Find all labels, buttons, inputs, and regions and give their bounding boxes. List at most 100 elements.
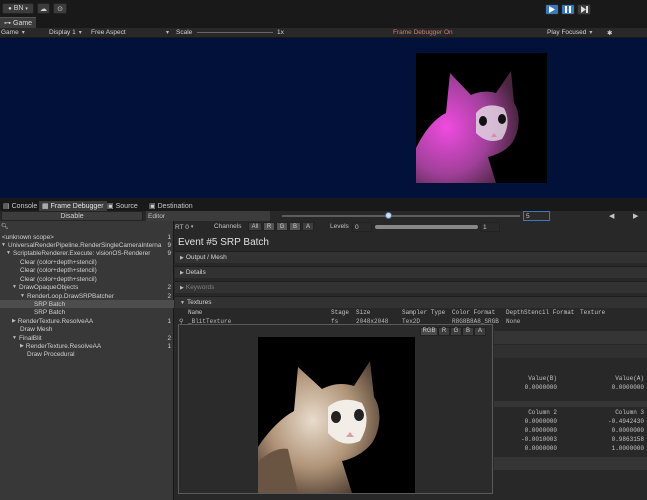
tree-item[interactable]: Clear (color+depth+stencil): [0, 258, 174, 266]
channel-all-button[interactable]: All: [248, 222, 262, 231]
section-output-mesh[interactable]: ▶ Output / Mesh: [175, 251, 647, 263]
tree-item[interactable]: ▼ RenderLoop.DrawSRPBatcher 2: [0, 292, 174, 300]
cloud-button[interactable]: ☁: [37, 3, 50, 14]
tab-source[interactable]: ▣ Source: [104, 201, 141, 211]
col-size: Size: [356, 309, 371, 316]
tree-item-count: 9: [167, 249, 171, 257]
expand-triangle-icon[interactable]: ▼: [12, 284, 17, 290]
tab-destination[interactable]: ▣ Destination: [146, 201, 196, 211]
event-slider-track[interactable]: [282, 215, 520, 217]
expand-triangle-icon[interactable]: ▶: [12, 318, 16, 324]
expand-triangle-icon[interactable]: ▶: [20, 343, 24, 349]
channel-g-button[interactable]: G: [276, 222, 288, 231]
tree-item-label: Clear (color+depth+stencil): [20, 275, 97, 283]
account-dropdown[interactable]: ● BN ▾: [2, 3, 34, 14]
matrix-cell: 0.0000000: [611, 427, 644, 434]
tree-item[interactable]: <unknown scope> 1: [0, 233, 174, 241]
channel-b-button[interactable]: B: [289, 222, 301, 231]
tab-destination-label: Destination: [157, 202, 193, 210]
cat-image-preview: [258, 337, 415, 493]
display-dropdown-label: Display 1: [49, 29, 76, 36]
view-dropdown[interactable]: Game: [1, 28, 43, 37]
expand-triangle-icon[interactable]: ▼: [12, 335, 17, 341]
game-view-toolbar: Game Display 1 Free Aspect Scale 1x Fram…: [0, 28, 647, 38]
levels-max-field[interactable]: 1: [480, 222, 500, 232]
channel-a-button[interactable]: A: [302, 222, 314, 231]
tree-item-label: Draw Procedural: [27, 350, 75, 358]
event-number-field[interactable]: 5: [523, 211, 550, 221]
disable-button[interactable]: Disable: [1, 211, 143, 221]
play-button[interactable]: [545, 4, 559, 15]
collapse-triangle-icon: ▶: [180, 254, 184, 261]
chevron-down-icon: ▾: [25, 5, 28, 12]
section-details[interactable]: ▶ Details: [175, 266, 647, 278]
pause-button[interactable]: [561, 4, 575, 15]
tree-item[interactable]: ▼ UniversalRenderPipeline.RenderSingleCam…: [0, 241, 174, 249]
settings-icon: ⊙: [57, 5, 63, 13]
section-textures[interactable]: ▼ Textures: [175, 296, 647, 308]
tab-game[interactable]: ⊶ Game: [0, 17, 37, 28]
levels-min-value: 0: [355, 223, 359, 231]
popup-channel-g[interactable]: G: [450, 326, 462, 336]
tree-item-label: UniversalRenderPipeline.RenderSingleCame…: [7, 241, 162, 249]
aspect-dropdown[interactable]: Free Aspect: [91, 28, 169, 37]
prev-event-icon[interactable]: ◀: [609, 212, 614, 220]
event-tree-panel: 🔍︎ <unknown scope> 1 ▼ UniversalRenderPipe…: [0, 221, 174, 500]
tree-item[interactable]: ▼ ScriptableRenderer.Execute: visionOS-Re…: [0, 249, 174, 257]
scale-label: Scale: [176, 29, 193, 36]
col-name: Name: [188, 309, 203, 316]
col-texture: Texture: [580, 309, 606, 316]
tree-item[interactable]: Draw Mesh: [0, 325, 174, 333]
popup-channel-rgb[interactable]: RGB: [420, 326, 438, 336]
target-dropdown[interactable]: Editor: [146, 211, 270, 221]
tree-item-selected[interactable]: SRP Batch: [0, 300, 174, 308]
channel-a-label: A: [305, 223, 310, 230]
event-slider-handle[interactable]: [385, 212, 392, 219]
tree-item[interactable]: Draw Procedural: [0, 350, 174, 358]
expand-triangle-icon[interactable]: ▼: [1, 242, 6, 248]
settings-button[interactable]: ⊙: [53, 3, 67, 14]
tree-item[interactable]: ▶ RenderTexture.ResolveAA 1: [0, 342, 174, 350]
main-toolbar: ● BN ▾ ☁ ⊙: [0, 0, 647, 17]
gamepad-icon: ⊶: [4, 20, 11, 27]
tree-item[interactable]: ▼ DrawOpaqueObjects 2: [0, 283, 174, 291]
popup-channel-b[interactable]: B: [462, 326, 474, 336]
tab-console[interactable]: ▤ Console: [0, 201, 40, 211]
search-icon[interactable]: 🔍︎: [1, 223, 9, 230]
matrix-cell: 1.0000000: [611, 445, 644, 452]
play-icon: [549, 6, 555, 13]
popup-channel-rgb-label: RGB: [422, 328, 436, 334]
channel-r-button[interactable]: R: [263, 222, 275, 231]
tab-frame-debugger[interactable]: ▦ Frame Debugger: [39, 201, 107, 211]
display-dropdown[interactable]: Display 1: [49, 28, 87, 37]
tab-source-label: Source: [115, 202, 138, 210]
levels-max-value: 1: [483, 223, 487, 231]
col-color-format: Color Format: [452, 309, 496, 316]
popup-channel-a[interactable]: A: [474, 326, 486, 336]
tree-item-count: 2: [167, 283, 171, 291]
expand-triangle-icon[interactable]: ▼: [20, 293, 25, 299]
tree-item[interactable]: Clear (color+depth+stencil): [0, 266, 174, 274]
tree-item[interactable]: ▼ FinalBlit 2: [0, 334, 174, 342]
levels-range-slider[interactable]: [375, 225, 478, 229]
tree-item[interactable]: ▶ RenderTexture.ResolveAA 1: [0, 317, 174, 325]
section-keywords[interactable]: ▶ Keywords: [175, 281, 647, 293]
tree-item[interactable]: Clear (color+depth+stencil): [0, 275, 174, 283]
bug-icon[interactable]: ✱: [607, 28, 612, 37]
tree-item-label: DrawOpaqueObjects: [18, 283, 79, 291]
step-button[interactable]: [577, 4, 591, 15]
popup-channel-g-label: G: [453, 328, 459, 334]
event-number-value: 5: [526, 212, 530, 220]
value-b: 0.0000000: [524, 384, 557, 391]
levels-min-field[interactable]: 0: [352, 222, 372, 232]
scale-slider[interactable]: [197, 32, 273, 33]
expand-triangle-icon[interactable]: ▼: [6, 250, 11, 256]
tree-item[interactable]: SRP Batch: [0, 308, 174, 316]
popup-channel-r[interactable]: R: [438, 326, 450, 336]
channel-r-label: R: [266, 223, 272, 230]
frame-debugger-status: Frame Debugger On: [393, 29, 453, 36]
rt-dropdown[interactable]: RT 0 ▾: [175, 222, 208, 232]
play-mode-dropdown[interactable]: Play Focused: [547, 28, 592, 37]
vector-section-bar: [494, 345, 647, 358]
next-event-icon[interactable]: ▶: [633, 212, 638, 220]
